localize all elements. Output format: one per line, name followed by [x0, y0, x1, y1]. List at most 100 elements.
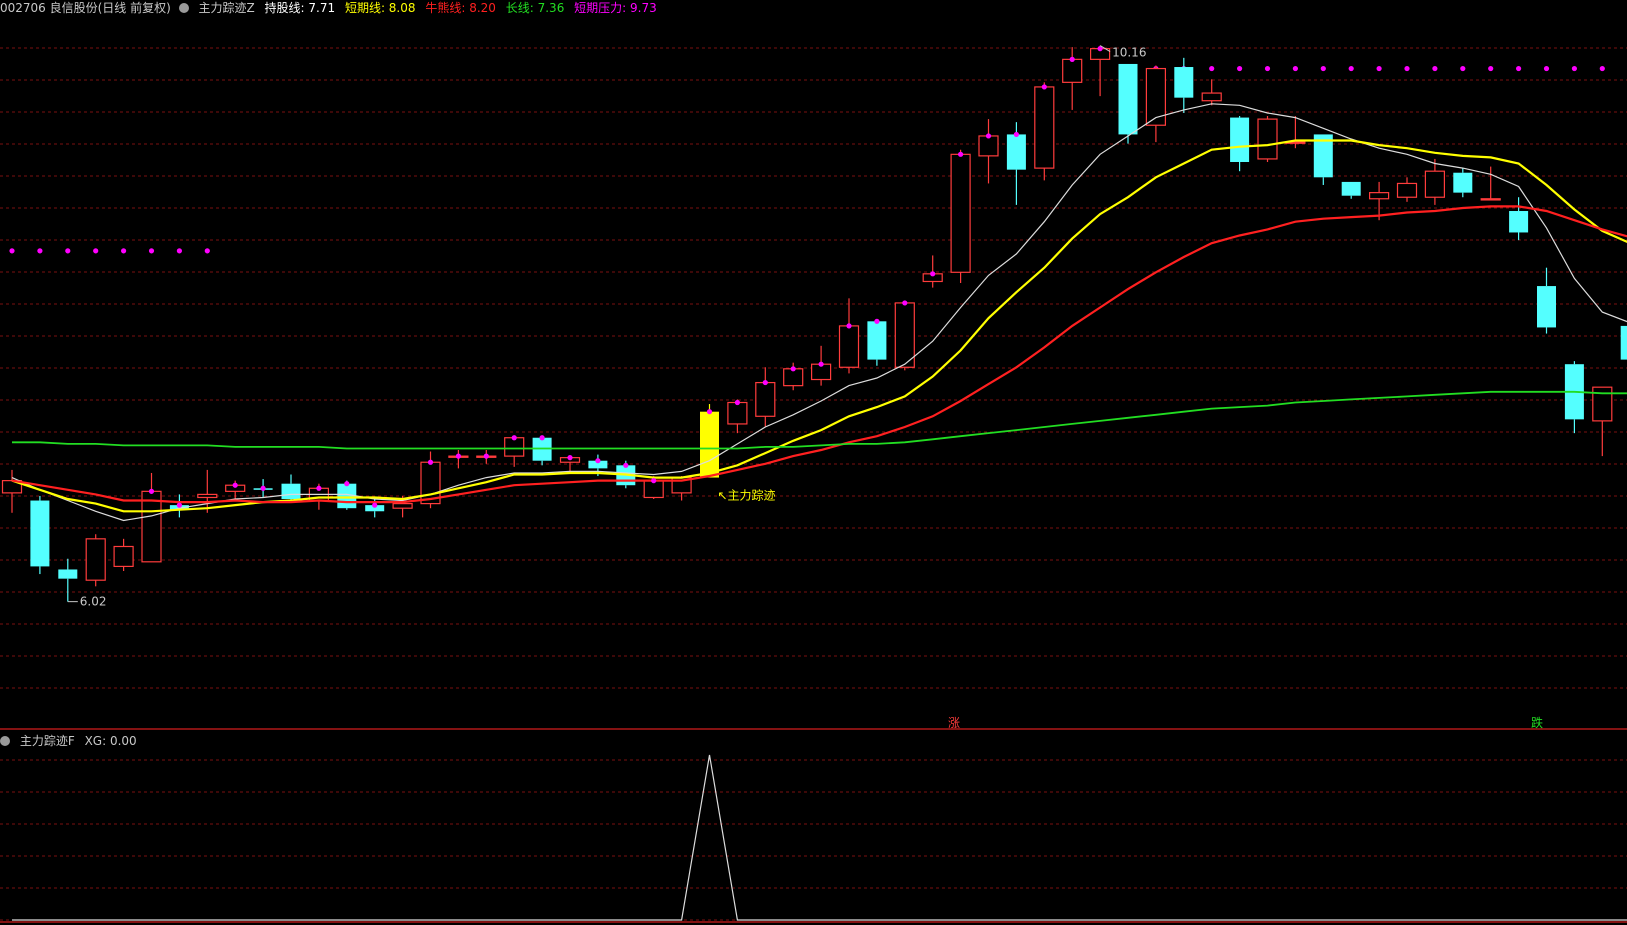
pressure-dot: [483, 453, 489, 459]
candle-body: [85, 538, 106, 581]
bull-line-value: 牛熊线: 8.20: [425, 1, 496, 15]
pressure-dot: [1237, 65, 1243, 72]
pressure-dot: [985, 133, 992, 139]
pressure-dot: [316, 485, 322, 491]
candle-body: [1257, 118, 1278, 160]
pressure-dot: [176, 248, 182, 254]
pressure-dot: [1599, 65, 1605, 72]
candle-body: [867, 321, 887, 360]
candle-body: [1341, 181, 1361, 196]
candle-body: [1537, 286, 1556, 328]
pressure-dot: [1432, 65, 1438, 72]
candle-body: [1480, 198, 1501, 201]
indicator-name: 主力踪迹Z: [198, 1, 255, 15]
pressure-dot: [539, 435, 545, 441]
candle-body: [700, 411, 719, 478]
pressure-dot: [176, 502, 182, 508]
candle-body: [392, 503, 413, 509]
candle-body: [1062, 58, 1083, 83]
hold-line: [11, 103, 1627, 522]
pressure-dot: [148, 488, 155, 494]
pressure-dot: [874, 318, 880, 324]
pressure-dot: [372, 502, 378, 508]
candle-body: [1145, 67, 1167, 126]
candle-body: [1118, 63, 1138, 135]
candle-body: [727, 401, 748, 425]
candle-body: [838, 325, 860, 368]
candle-body: [113, 545, 134, 568]
candle-body: [58, 569, 78, 579]
pressure-dot: [790, 366, 796, 372]
candle-body: [1034, 86, 1055, 169]
pressure-dot: [455, 453, 461, 459]
pressure-dot: [65, 248, 71, 254]
candle-body: [1509, 211, 1529, 233]
pressure-dot: [706, 409, 713, 415]
pressure-dot: [734, 399, 741, 406]
gear-icon[interactable]: [178, 3, 189, 13]
hold-line-value: 持股线: 7.71: [264, 1, 336, 15]
candle-body: [197, 493, 218, 499]
pressure-dot: [1516, 65, 1522, 72]
pressure-dot: [1348, 65, 1354, 72]
pressure-dot: [344, 481, 350, 487]
pressure-dot: [1069, 56, 1075, 62]
pressure-dot: [427, 459, 434, 465]
pressure-dot: [1292, 65, 1298, 72]
stock-title: 002706 良信股份(日线 前复权): [0, 1, 171, 15]
fall-mark: 跌: [1531, 715, 1543, 730]
pressure-dot: [1320, 65, 1326, 72]
pressure-dot: [651, 478, 657, 484]
candle-body: [894, 302, 915, 368]
candle-body: [1396, 182, 1418, 198]
pressure-dot: [232, 482, 238, 488]
pressure-dot: [1013, 131, 1020, 138]
pressure-dot: [93, 248, 99, 254]
xg-value: XG: 0.00: [84, 734, 137, 748]
candle-body: [1201, 92, 1222, 102]
candle-body: [755, 381, 776, 417]
candle-body: [978, 135, 999, 157]
high-label: 10.16: [1112, 46, 1146, 60]
signal-label: ↖主力踪迹: [718, 489, 776, 503]
pressure-dot: [1488, 65, 1494, 72]
pressure-value: 短期压力: 9.73: [574, 1, 657, 15]
candle-body: [1620, 325, 1627, 360]
candle-body: [1230, 117, 1250, 162]
pressure-dot: [121, 248, 127, 254]
pressure-dot: [204, 248, 210, 254]
pressure-dot: [846, 323, 852, 329]
candle-body: [950, 153, 971, 273]
pressure-dot: [1209, 65, 1215, 72]
candle-body: [1453, 172, 1473, 193]
sub-header: 主力踪迹F XG: 0.00: [0, 733, 143, 749]
pressure-dot: [1460, 65, 1466, 72]
candle-body: [1368, 192, 1390, 200]
short-line-value: 短期线: 8.08: [344, 1, 416, 15]
candle-body: [281, 483, 301, 500]
pressure-dot: [902, 300, 908, 306]
candle-body: [1006, 134, 1026, 170]
pressure-dot: [818, 361, 824, 367]
sub-indicator-name: 主力踪迹F: [19, 734, 75, 748]
pressure-dot: [762, 379, 768, 386]
candle-body: [1424, 170, 1446, 198]
chart-canvas: 10.16 6.02 ↖主力踪迹涨 跌: [0, 45, 1627, 923]
pressure-dot: [148, 248, 155, 254]
low-label: 6.02: [80, 595, 107, 609]
pressure-dot: [595, 458, 601, 464]
main-header: 002706 良信股份(日线 前复权) 主力踪迹Z 持股线: 7.71 短期线:…: [0, 0, 663, 16]
pressure-dot: [567, 455, 573, 461]
pressure-dot: [37, 248, 43, 254]
candle-body: [1174, 67, 1194, 98]
pressure-dot: [1404, 65, 1410, 72]
rise-mark: 涨: [948, 715, 960, 730]
pressure-dot: [511, 435, 517, 441]
long-line-value: 长线: 7.36: [505, 1, 565, 15]
pressure-dot: [1543, 65, 1550, 72]
pressure-dot: [930, 271, 936, 277]
gear-icon[interactable]: [0, 736, 10, 746]
pressure-dot: [9, 248, 15, 254]
pressure-dot: [958, 151, 964, 157]
candle-body: [504, 437, 525, 457]
